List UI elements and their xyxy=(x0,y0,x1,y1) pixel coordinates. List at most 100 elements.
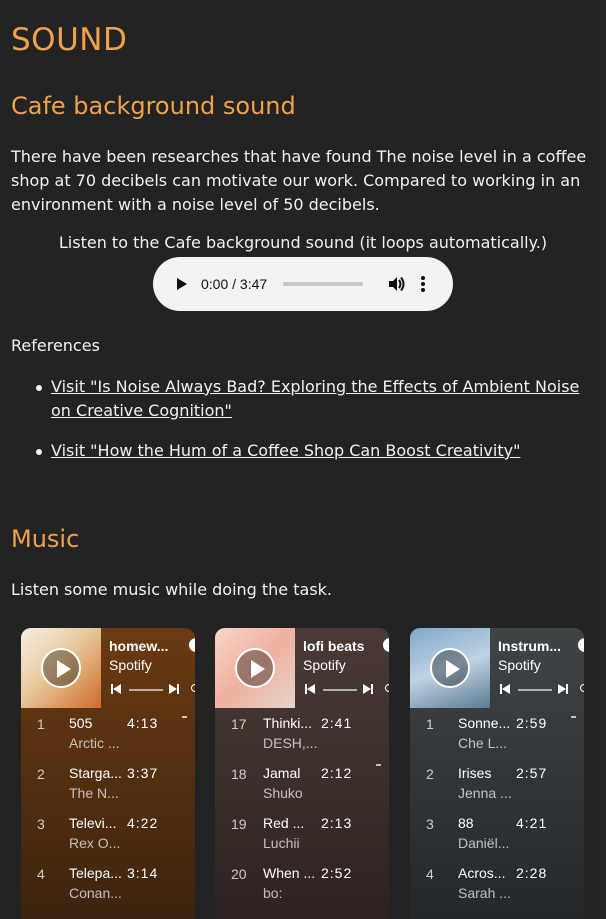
previous-icon[interactable] xyxy=(111,684,121,694)
track-row[interactable]: 18 Jamal Shuko 2:12 xyxy=(215,758,389,808)
next-icon[interactable] xyxy=(558,684,568,694)
list-item: Visit "Is Noise Always Bad? Exploring th… xyxy=(36,375,591,423)
track-name: Telepa... xyxy=(69,865,122,881)
playlist-source[interactable]: Spotify xyxy=(303,657,346,673)
track-duration: 2:57 xyxy=(516,765,548,781)
playlist-cover xyxy=(215,628,295,708)
track-row[interactable]: 4 Telepa... Conan... 3:14 xyxy=(21,858,195,908)
track-duration: 2:13 xyxy=(321,815,353,831)
play-icon[interactable] xyxy=(235,648,275,688)
playback-controls xyxy=(305,684,389,696)
track-number: 20 xyxy=(231,866,247,882)
spotify-embed-lofi: lofi beats Spotify 17 Thinki... DESH,... 2:… xyxy=(215,628,389,919)
track-duration: 4:22 xyxy=(127,815,159,831)
track-list: 1 Sonne... Che L... 2:59 2 Irises Jenna ... 2:5… xyxy=(410,708,584,908)
track-row[interactable]: 1 505 Arctic ... 4:13 xyxy=(21,708,195,758)
track-number: 4 xyxy=(37,866,45,882)
playlist-title[interactable]: Instrum... xyxy=(498,638,570,654)
track-row[interactable]: 17 Thinki... DESH,... 2:41 xyxy=(215,708,389,758)
progress-bar[interactable] xyxy=(129,689,163,691)
spotify-logo-icon[interactable] xyxy=(578,638,584,652)
track-row[interactable]: 2 Irises Jenna ... 2:57 xyxy=(410,758,584,808)
track-artist: Jenna ... xyxy=(458,785,512,801)
options-icon[interactable] xyxy=(191,684,195,692)
track-name: Jamal xyxy=(263,765,301,781)
audio-time: 0:00 / 3:47 xyxy=(201,276,268,292)
scrollbar[interactable] xyxy=(571,716,576,718)
play-icon[interactable] xyxy=(173,276,189,292)
track-artist: Che L... xyxy=(458,735,508,751)
playback-controls xyxy=(111,684,195,696)
track-number: 1 xyxy=(37,716,45,732)
previous-icon[interactable] xyxy=(305,684,315,694)
track-name: Acros... xyxy=(458,865,506,881)
scrollbar[interactable] xyxy=(376,764,381,766)
track-name: When ... xyxy=(263,865,316,881)
options-icon[interactable] xyxy=(385,684,389,692)
play-icon[interactable] xyxy=(41,648,81,688)
track-number: 18 xyxy=(231,766,247,782)
playlist-title[interactable]: lofi beats xyxy=(303,638,375,654)
track-name: Thinki... xyxy=(263,715,313,731)
track-number: 1 xyxy=(426,716,434,732)
track-number: 2 xyxy=(37,766,45,782)
track-artist: Shuko xyxy=(263,785,303,801)
track-row[interactable]: 3 88 Daniël... 4:21 xyxy=(410,808,584,858)
track-artist: The N... xyxy=(69,785,119,801)
page-title: SOUND xyxy=(11,22,128,58)
track-number: 3 xyxy=(37,816,45,832)
previous-icon[interactable] xyxy=(500,684,510,694)
track-name: Televi... xyxy=(69,815,117,831)
track-name: 88 xyxy=(458,815,474,831)
more-options-icon[interactable] xyxy=(421,275,426,293)
track-name: Irises xyxy=(458,765,492,781)
track-row[interactable]: 3 Televi... Rex O... 4:22 xyxy=(21,808,195,858)
list-item: Visit "How the Hum of a Coffee Shop Can … xyxy=(36,439,591,463)
track-duration: 2:41 xyxy=(321,715,353,731)
track-artist: bo: xyxy=(263,885,283,901)
spotify-embed-instrumental: Instrum... Spotify 1 Sonne... Che L... 2:59… xyxy=(410,628,584,919)
spotify-logo-icon[interactable] xyxy=(189,638,195,652)
progress-bar[interactable] xyxy=(323,689,357,691)
play-icon[interactable] xyxy=(430,648,470,688)
reference-link-1[interactable]: Visit "Is Noise Always Bad? Exploring th… xyxy=(51,377,579,420)
music-heading: Music xyxy=(11,525,80,553)
references-label: References xyxy=(11,336,100,355)
track-list: 17 Thinki... DESH,... 2:41 18 Jamal Shuko 2:12 1… xyxy=(215,708,389,908)
volume-icon[interactable] xyxy=(387,275,405,293)
track-row[interactable]: 20 When ... bo: 2:52 xyxy=(215,858,389,908)
track-row[interactable]: 1 Sonne... Che L... 2:59 xyxy=(410,708,584,758)
track-artist: Conan... xyxy=(69,885,122,901)
spotify-embed-homework: homew... Spotify 1 505 Arctic ... 4:13 2 Star… xyxy=(21,628,195,919)
playlist-title[interactable]: homew... xyxy=(109,638,181,654)
track-artist: Rex O... xyxy=(69,835,121,851)
track-row[interactable]: 2 Starga... The N... 3:37 xyxy=(21,758,195,808)
progress-bar[interactable] xyxy=(518,689,552,691)
track-number: 3 xyxy=(426,816,434,832)
track-row[interactable]: 19 Red ... Luchii 2:13 xyxy=(215,808,389,858)
spotify-logo-icon[interactable] xyxy=(383,638,389,652)
track-duration: 2:28 xyxy=(516,865,548,881)
track-number: 2 xyxy=(426,766,434,782)
track-duration: 2:12 xyxy=(321,765,353,781)
track-name: 505 xyxy=(69,715,93,731)
track-number: 17 xyxy=(231,716,247,732)
playlist-source[interactable]: Spotify xyxy=(109,657,152,673)
track-artist: Arctic ... xyxy=(69,735,120,751)
track-duration: 2:59 xyxy=(516,715,548,731)
track-artist: Daniël... xyxy=(458,835,510,851)
next-icon[interactable] xyxy=(169,684,179,694)
playback-controls xyxy=(500,684,584,696)
audio-progress-bar[interactable] xyxy=(283,282,364,286)
track-duration: 4:13 xyxy=(127,715,159,731)
next-icon[interactable] xyxy=(363,684,373,694)
scrollbar[interactable] xyxy=(182,716,187,718)
track-duration: 4:21 xyxy=(516,815,548,831)
playlist-source[interactable]: Spotify xyxy=(498,657,541,673)
track-name: Starga... xyxy=(69,765,122,781)
reference-link-2[interactable]: Visit "How the Hum of a Coffee Shop Can … xyxy=(51,441,520,460)
track-duration: 3:14 xyxy=(127,865,159,881)
track-name: Sonne... xyxy=(458,715,511,731)
track-row[interactable]: 4 Acros... Sarah ... 2:28 xyxy=(410,858,584,908)
options-icon[interactable] xyxy=(580,684,584,692)
